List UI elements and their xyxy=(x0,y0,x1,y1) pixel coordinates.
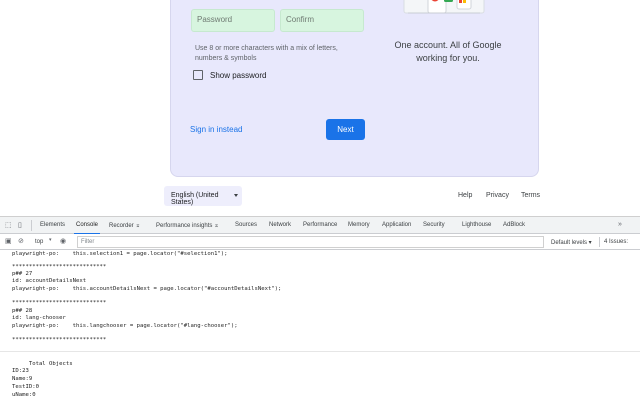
signup-card: Password Confirm Use 8 or more character… xyxy=(170,0,539,177)
sign-in-instead-link[interactable]: Sign in instead xyxy=(190,125,242,134)
console-line: id: lang-chooser xyxy=(12,315,66,321)
console-line: uName:0 xyxy=(12,392,36,398)
tab-elements[interactable]: Elements xyxy=(40,217,65,234)
show-password-label[interactable]: Show password xyxy=(210,71,266,80)
console-line: Name:9 xyxy=(12,376,32,382)
console-message-divider xyxy=(0,351,640,352)
tab-sources[interactable]: Sources xyxy=(235,217,257,234)
console-line: id: accountDetailsNext xyxy=(12,278,86,284)
sidebar-toggle-icon[interactable]: ▣ xyxy=(5,237,12,245)
devtools-panel: ⬚ ▯ Elements Console Recorder ⌅ Performa… xyxy=(0,216,640,400)
console-line: playwright-po: this.accountDetailsNext =… xyxy=(12,286,281,292)
console-line: playwright-po: this.selection1 = page.lo… xyxy=(12,251,228,257)
tab-performance-insights[interactable]: Performance insights ⌅ xyxy=(156,217,219,234)
default-levels-dropdown[interactable]: Default levels ▾ xyxy=(551,239,592,246)
console-line: **************************** xyxy=(12,337,106,343)
privacy-link[interactable]: Privacy xyxy=(486,192,509,199)
issues-counter[interactable]: 4 Issues: xyxy=(604,239,628,245)
signup-page: Password Confirm Use 8 or more character… xyxy=(0,0,640,216)
tab-memory[interactable]: Memory xyxy=(348,217,370,234)
tab-adblock[interactable]: AdBlock xyxy=(503,217,525,234)
confirm-password-input[interactable]: Confirm xyxy=(280,9,364,32)
device-toolbar-icon[interactable]: ▯ xyxy=(18,221,22,229)
tab-performance[interactable]: Performance xyxy=(303,217,337,234)
console-toolbar: ▣ ⊘ top ▾ ◉ Filter Default levels ▾ 4 Is… xyxy=(0,234,640,250)
console-line: **************************** xyxy=(12,300,106,306)
tab-application[interactable]: Application xyxy=(382,217,411,234)
console-output: playwright-po: this.selection1 = page.lo… xyxy=(0,250,640,401)
tab-lighthouse[interactable]: Lighthouse xyxy=(462,217,491,234)
tab-security[interactable]: Security xyxy=(423,217,445,234)
console-line: ID:23 xyxy=(12,368,29,374)
console-line: **************************** xyxy=(12,264,106,270)
chevron-down-icon: ▾ xyxy=(49,237,52,243)
console-line: Total Objects xyxy=(12,361,73,367)
language-chooser[interactable]: English (United States) xyxy=(164,186,242,206)
language-label: English (United States) xyxy=(171,192,218,206)
tab-console[interactable]: Console xyxy=(76,217,98,234)
clear-console-icon[interactable]: ⊘ xyxy=(18,237,24,245)
console-filter-input[interactable]: Filter xyxy=(77,236,544,248)
show-password-checkbox[interactable] xyxy=(193,70,203,80)
tabbar-divider xyxy=(31,220,32,231)
console-line: TestID:0 xyxy=(12,384,39,390)
toolbar-divider xyxy=(599,237,600,247)
password-hint: Use 8 or more characters with a mix of l… xyxy=(195,44,355,64)
devtools-tabbar: ⬚ ▯ Elements Console Recorder ⌅ Performa… xyxy=(0,217,640,234)
tab-recorder[interactable]: Recorder ⌅ xyxy=(109,217,140,234)
console-line: p## 27 xyxy=(12,271,32,277)
google-devices-illustration-icon xyxy=(402,0,486,19)
eye-icon[interactable]: ◉ xyxy=(60,237,66,245)
help-link[interactable]: Help xyxy=(458,192,472,199)
console-line: p## 28 xyxy=(12,308,32,314)
tab-network[interactable]: Network xyxy=(269,217,291,234)
terms-link[interactable]: Terms xyxy=(521,192,540,199)
more-tabs-icon[interactable]: » xyxy=(618,221,622,228)
console-line: playwright-po: this.langchooser = page.l… xyxy=(12,323,238,329)
context-selector[interactable]: top xyxy=(35,239,43,245)
next-button[interactable]: Next xyxy=(326,119,365,140)
caret-down-icon xyxy=(234,194,238,197)
tagline: One account. All of Google working for y… xyxy=(393,39,503,65)
inspect-element-icon[interactable]: ⬚ xyxy=(5,221,12,229)
password-input[interactable]: Password xyxy=(191,9,275,32)
